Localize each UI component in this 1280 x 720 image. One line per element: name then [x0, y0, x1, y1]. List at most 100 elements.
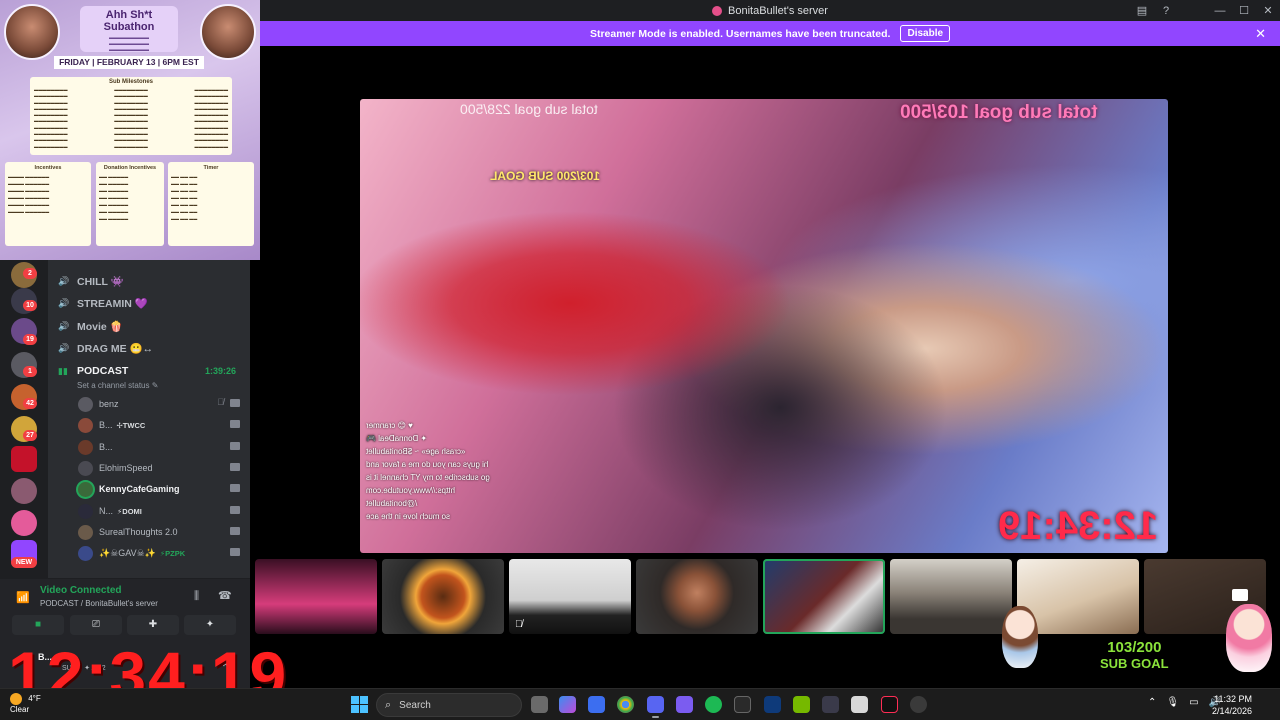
close-banner-icon[interactable]: ✕: [1255, 26, 1266, 42]
live-voice-icon: ▮▮: [58, 365, 68, 376]
chat-line: «crash age» ~ $Bonitabullet: [366, 447, 466, 456]
unread-badge: 19: [23, 334, 37, 345]
streamer-mode-banner: Streamer Mode is enabled. Usernames have…: [260, 21, 1280, 46]
weather-icon: [10, 693, 22, 705]
noise-suppression-icon[interactable]: ⫼: [194, 590, 199, 603]
server-icon-bonitabullet[interactable]: [11, 478, 37, 504]
poster-incentives: Incentives ▬▬▬▬ ▬▬▬▬▬▬ ▬▬▬▬ ▬▬▬▬▬▬ ▬▬▬▬ ▬▬…: [5, 162, 91, 246]
sub-goal-label: SUB GOAL: [1100, 656, 1169, 671]
taskbar-search[interactable]: ⌕ Search: [376, 693, 522, 717]
camera-icon: [230, 442, 240, 450]
close-window-button[interactable]: ✕: [1256, 4, 1280, 17]
game-icon[interactable]: [676, 696, 693, 713]
task-view-icon[interactable]: [531, 696, 548, 713]
search-icon: ⌕: [385, 698, 392, 711]
voice-member-speaking[interactable]: KennyCafeGaming: [78, 480, 240, 498]
copilot-icon[interactable]: [559, 696, 576, 713]
voice-member[interactable]: ElohimSpeed: [78, 459, 240, 477]
app-icon[interactable]: [910, 696, 927, 713]
subathon-poster-overlay: Ahh Sh*t Subathon ▬▬▬▬▬▬▬▬ ▬▬▬▬▬▬▬▬ ▬▬▬▬▬▬…: [0, 0, 260, 260]
chat-line: so much love in the ace: [366, 512, 451, 521]
poster-donation-incentives: Donation Incentives ▬▬ ▬▬▬▬▬ ▬▬ ▬▬▬▬▬ ▬▬ ▬…: [96, 162, 164, 246]
participant-tile[interactable]: [255, 559, 377, 634]
inbox-icon[interactable]: ▤: [1130, 4, 1154, 17]
microphone-icon[interactable]: 🎙: [1166, 697, 1179, 708]
signal-icon[interactable]: 📶: [16, 591, 30, 605]
camera-icon: [1232, 589, 1248, 601]
disable-streamer-mode-button[interactable]: Disable: [900, 25, 951, 42]
avatar: [78, 439, 93, 455]
chibi-sticker: [1226, 604, 1272, 672]
unread-badge: 42: [23, 398, 37, 409]
store-icon[interactable]: [588, 696, 605, 713]
camera-icon: [230, 548, 240, 556]
maximize-button[interactable]: ☐: [1232, 4, 1256, 17]
participant-tile[interactable]: [636, 559, 758, 634]
voice-elapsed-time: 1:39:26: [205, 366, 237, 376]
chat-line: ♥ 😊 cranmer: [366, 421, 413, 430]
epic-games-icon[interactable]: [734, 696, 751, 713]
camera-toggle-button[interactable]: ■: [12, 615, 64, 635]
streamer-photo: [4, 4, 60, 60]
participant-tile[interactable]: [890, 559, 1012, 634]
chat-line: https://www.youtube.com: [366, 486, 455, 495]
muted-mic-icon: 🎙̸: [515, 619, 523, 630]
participant-tile-speaking[interactable]: [763, 559, 885, 634]
voice-status[interactable]: Video Connected: [40, 585, 122, 596]
network-icon[interactable]: ▭: [1189, 697, 1198, 708]
channel-status-input[interactable]: Set a channel status ✎: [77, 381, 158, 390]
poster-headline: Ahh Sh*t Subathon ▬▬▬▬▬▬▬▬ ▬▬▬▬▬▬▬▬ ▬▬▬▬▬▬…: [80, 6, 178, 53]
soundboard-button[interactable]: ✦: [184, 615, 236, 635]
discord-icon[interactable]: [647, 696, 664, 718]
app-icon[interactable]: [822, 696, 839, 713]
sub-goal-overlay: 103/200 SUB GOAL: [1100, 640, 1169, 672]
unread-badge: 1: [23, 366, 37, 377]
chibi-sticker: [1002, 606, 1038, 668]
chevron-up-icon[interactable]: ⌃: [1148, 697, 1156, 708]
chat-line: /@bonitabullet: [366, 499, 418, 508]
unread-badge: 2: [23, 268, 37, 279]
activities-button[interactable]: ✚: [127, 615, 179, 635]
voice-member[interactable]: benz 🎙̸: [78, 395, 240, 413]
steam-icon[interactable]: [764, 696, 781, 713]
obs-icon[interactable]: [851, 696, 868, 713]
chat-line: go subscribe to my YT channel it is: [366, 473, 490, 482]
speaker-icon: 🔊: [58, 276, 70, 286]
help-icon[interactable]: ?: [1154, 5, 1178, 17]
chat-line: hi guys can you do me a favor and: [366, 460, 489, 469]
server-icon[interactable]: [11, 510, 37, 536]
voice-channel-chill[interactable]: 🔊 CHILL 👾: [58, 275, 124, 288]
streamer-mode-message: Streamer Mode is enabled. Usernames have…: [589, 27, 891, 40]
speaker-icon: 🔊: [58, 321, 70, 331]
voice-member[interactable]: B...: [78, 438, 240, 456]
camera-icon: [230, 484, 240, 492]
stream-total-goal: total sub goal 228/500: [460, 101, 598, 117]
taskbar-clock[interactable]: 11:32 PM 2/14/2026: [1212, 693, 1252, 717]
chrome-icon[interactable]: [617, 696, 634, 713]
voice-channel-streamin[interactable]: 🔊 STREAMIN 💜: [58, 297, 148, 310]
voice-member[interactable]: N... ⚡DOMI: [78, 502, 240, 520]
participant-tile[interactable]: 🎙̸: [509, 559, 631, 634]
start-button[interactable]: [351, 696, 368, 713]
server-icon[interactable]: [11, 446, 37, 472]
voice-location[interactable]: PODCAST / BonitaBullet's server: [40, 599, 158, 608]
minimize-button[interactable]: —: [1208, 5, 1232, 17]
streamer-photo: [200, 4, 256, 60]
tiktok-icon[interactable]: [881, 696, 898, 713]
disconnect-icon[interactable]: ☎: [218, 589, 232, 602]
camera-icon: [230, 420, 240, 428]
nvidia-icon[interactable]: [793, 696, 810, 713]
voice-member[interactable]: B... ✢TWCC: [78, 416, 240, 434]
unread-badge: 27: [23, 430, 37, 441]
screen-share-button[interactable]: ⎚: [70, 615, 122, 635]
avatar: [78, 460, 93, 476]
spotify-icon[interactable]: [705, 696, 722, 713]
voice-member[interactable]: ✨☠GAV☠✨ ⚡PZPK: [78, 544, 240, 562]
weather-widget[interactable]: 4°F Clear: [10, 693, 41, 715]
voice-channel-movie[interactable]: 🔊 Movie 🍿: [58, 320, 123, 333]
focused-stream-video[interactable]: total sub goal 228/500 103/200 SUB GOAL …: [360, 99, 1168, 553]
participant-tile[interactable]: [382, 559, 504, 634]
voice-channel-drag-me[interactable]: 🔊 DRAG ME 😬↔: [58, 342, 153, 355]
voice-channel-podcast[interactable]: ▮▮ PODCAST: [58, 365, 128, 377]
voice-member[interactable]: SurealThoughts 2.0: [78, 523, 240, 541]
